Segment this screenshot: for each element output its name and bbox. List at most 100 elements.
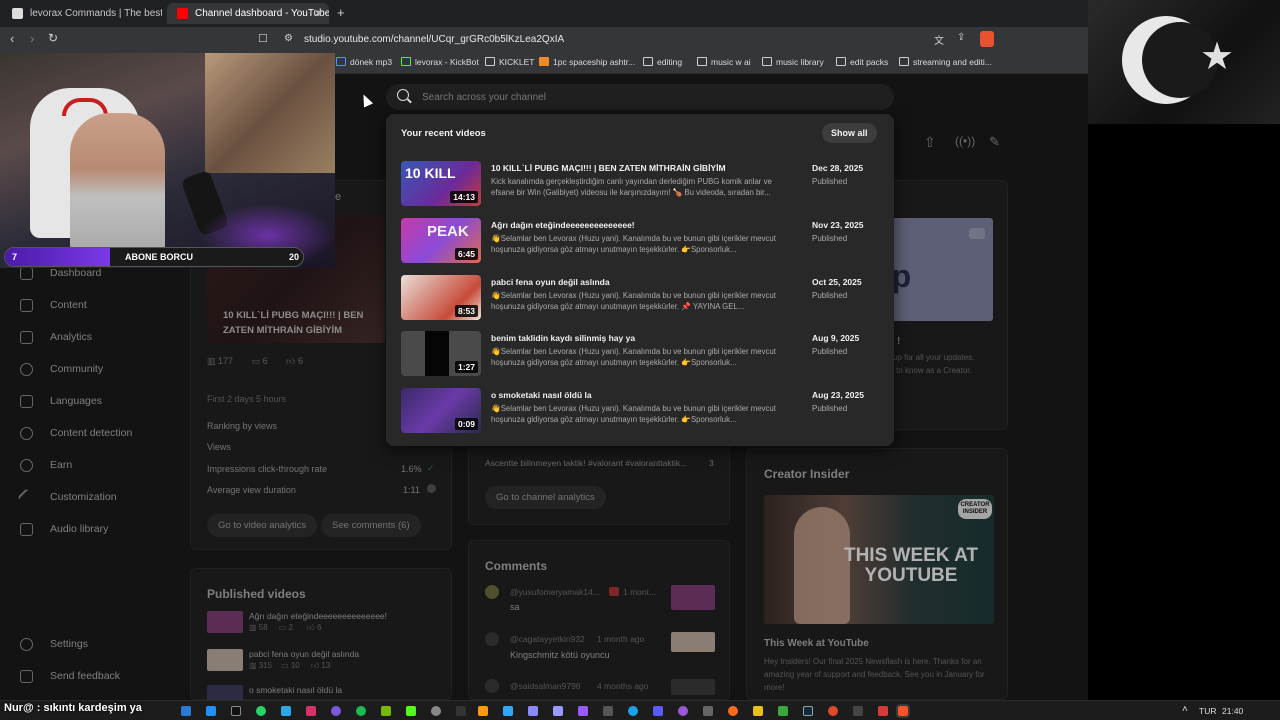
bookmark-folder-streaming[interactable]: streaming and editi... <box>899 57 992 67</box>
new-tab-icon[interactable]: + <box>337 5 345 20</box>
turkish-flag-overlay: ★ <box>1088 0 1280 124</box>
folder-icon <box>762 57 772 66</box>
reload-icon[interactable]: ↻ <box>48 31 58 45</box>
folder-icon <box>899 57 909 66</box>
recent-video-row[interactable]: PEAK 6:45 Ağrı dağın eteğindeeeeeeeeeeee… <box>386 213 894 269</box>
bookmark-icon[interactable]: ☐ <box>258 32 268 45</box>
bookmark-folder-music-ai[interactable]: music w ai <box>697 57 751 67</box>
search-icon-handle <box>407 98 412 104</box>
site-info-icon[interactable]: ⚙ <box>284 33 293 44</box>
video-description: 👋Selamlar ben Levorax (Huzu yani). Kanal… <box>491 291 776 311</box>
folder-icon <box>697 57 707 66</box>
instagram-icon[interactable] <box>306 706 316 716</box>
bookmark-kickbot[interactable]: levorax - KickBot <box>401 57 479 67</box>
taskbar-app-icon[interactable] <box>753 706 763 716</box>
video-title: 10 KILL`Lİ PUBG MAÇI!!! | BEN ZATEN MİTH… <box>491 163 726 173</box>
share-icon[interactable]: ⇪ <box>957 32 965 43</box>
video-status: Published <box>812 347 848 356</box>
video-status: Published <box>812 404 848 413</box>
taskbar-app-icon[interactable] <box>381 706 391 716</box>
kicklet-icon <box>485 57 495 66</box>
tab-channel-dashboard[interactable]: Channel dashboard - YouTube Studio ✕ <box>167 3 329 24</box>
video-thumbnail: PEAK 6:45 <box>401 218 481 263</box>
taskbar-app-icon[interactable] <box>878 706 888 716</box>
taskbar-app-icon[interactable] <box>406 706 416 716</box>
taskbar-app-icon[interactable] <box>628 706 638 716</box>
photoshop-icon[interactable] <box>503 706 513 716</box>
tray-chevron-icon[interactable]: ˄ <box>1182 704 1188 715</box>
bookmark-label: music library <box>776 57 824 67</box>
taskbar-app-icon[interactable] <box>728 706 738 716</box>
whatsapp-icon[interactable] <box>256 706 266 716</box>
stream-side-panel <box>1088 124 1280 700</box>
taskbar-app-icon[interactable] <box>703 706 713 716</box>
bookmark-folder-music-library[interactable]: music library <box>762 57 824 67</box>
video-thumbnail: 8:53 <box>401 275 481 320</box>
windows-taskbar: ˄ TUR 21:40 <box>0 700 1280 720</box>
taskbar-app-icon[interactable] <box>181 706 191 716</box>
taskbar-app-icon[interactable] <box>828 706 838 716</box>
tab-label: Channel dashboard - YouTube Studio <box>195 8 329 19</box>
chat-overlay-message: Nur@ : sıkıntı kardeşim ya <box>4 702 142 714</box>
forward-icon[interactable]: › <box>30 31 34 46</box>
back-icon[interactable]: ‹ <box>10 31 14 46</box>
levorax-favicon-icon <box>12 8 23 19</box>
recent-video-row[interactable]: 1:27 benim taklidin kaydı silinmiş hay y… <box>386 326 894 382</box>
bookmark-label: edit packs <box>850 57 889 67</box>
search-input[interactable] <box>422 88 862 106</box>
taskbar-app-icon[interactable] <box>281 706 291 716</box>
subscriber-goal-bar: 7 ABONE BORCU 20 <box>4 247 304 267</box>
after-effects-icon[interactable] <box>553 706 563 716</box>
bookmark-label: dönek mp3 <box>350 57 393 67</box>
goal-label: ABONE BORCU <box>125 252 194 262</box>
bookmark-folder-editing[interactable]: editing <box>643 57 682 67</box>
spotify-icon[interactable] <box>356 706 366 716</box>
video-description: Kick kanalımda gerçekleştirdiğim canlı y… <box>491 177 772 197</box>
video-description: 👋Selamlar ben Levorax (Huzu yani). Kanal… <box>491 234 776 254</box>
url-field[interactable]: ⚙ studio.youtube.com/channel/UCqr_grGRc0… <box>276 31 1002 49</box>
taskbar-app-icon[interactable] <box>853 706 863 716</box>
illustrator-icon[interactable] <box>478 706 488 716</box>
video-thumbnail: 1:27 <box>401 331 481 376</box>
language-indicator[interactable]: TUR <box>1199 706 1216 716</box>
taskbar-app-icon[interactable] <box>778 706 788 716</box>
show-all-button[interactable]: Show all <box>822 123 877 143</box>
video-date: Aug 23, 2025 <box>812 390 864 400</box>
steam-icon[interactable] <box>803 706 813 716</box>
bookmark-label: streaming and editi... <box>913 57 992 67</box>
taskbar-app-icon[interactable] <box>678 706 688 716</box>
tab-levorax-commands[interactable]: levorax Commands | The best ChatBo <box>2 3 162 24</box>
search-bar[interactable] <box>386 84 894 110</box>
media-encoder-icon[interactable] <box>528 706 538 716</box>
bookmark-folder-edit-packs[interactable]: edit packs <box>836 57 888 67</box>
bookmark-donek-mp3[interactable]: dönek mp3 <box>336 57 392 67</box>
recent-video-row[interactable]: 8:53 pabci fena oyun değil aslında 👋Sela… <box>386 270 894 326</box>
close-tab-icon[interactable]: ✕ <box>314 7 323 20</box>
video-duration: 14:13 <box>450 191 478 203</box>
tiktok-icon[interactable] <box>231 706 241 716</box>
bookmark-spaceship[interactable]: 1pc spaceship ashtr... <box>539 57 635 67</box>
taskbar-app-icon[interactable] <box>603 706 613 716</box>
recent-video-row[interactable]: 0:09 o smoketaki nasıl öldü la 👋Selamlar… <box>386 383 894 439</box>
bookmark-label: editing <box>657 57 683 67</box>
taskbar-app-icon[interactable] <box>206 706 216 716</box>
taskbar-app-icon[interactable] <box>431 706 441 716</box>
taskbar-app-icon[interactable] <box>331 706 341 716</box>
bookmark-kicklet[interactable]: KICKLET <box>485 57 534 67</box>
brave-taskbar-icon[interactable] <box>896 704 910 718</box>
clock[interactable]: 21:40 <box>1222 706 1243 716</box>
goal-progress-fill <box>5 248 110 266</box>
translate-icon[interactable]: 文 <box>934 32 944 47</box>
bookmark-label: music w ai <box>711 57 751 67</box>
video-date: Dec 28, 2025 <box>812 163 864 173</box>
recent-video-row[interactable]: 10 KILL 14:13 10 KILL`Lİ PUBG MAÇI!!! | … <box>386 156 894 212</box>
video-title: pabci fena oyun değil aslında <box>491 277 610 287</box>
browser-tab-bar: levorax Commands | The best ChatBo Chann… <box>0 0 1088 27</box>
brave-shield-icon[interactable] <box>980 31 994 47</box>
video-date: Oct 25, 2025 <box>812 277 862 287</box>
taskbar-app-icon[interactable] <box>456 706 466 716</box>
taskbar-app-icon[interactable] <box>653 706 663 716</box>
premiere-icon[interactable] <box>578 706 588 716</box>
thumb-art: PEAK <box>427 223 469 240</box>
kick-icon <box>401 57 411 66</box>
